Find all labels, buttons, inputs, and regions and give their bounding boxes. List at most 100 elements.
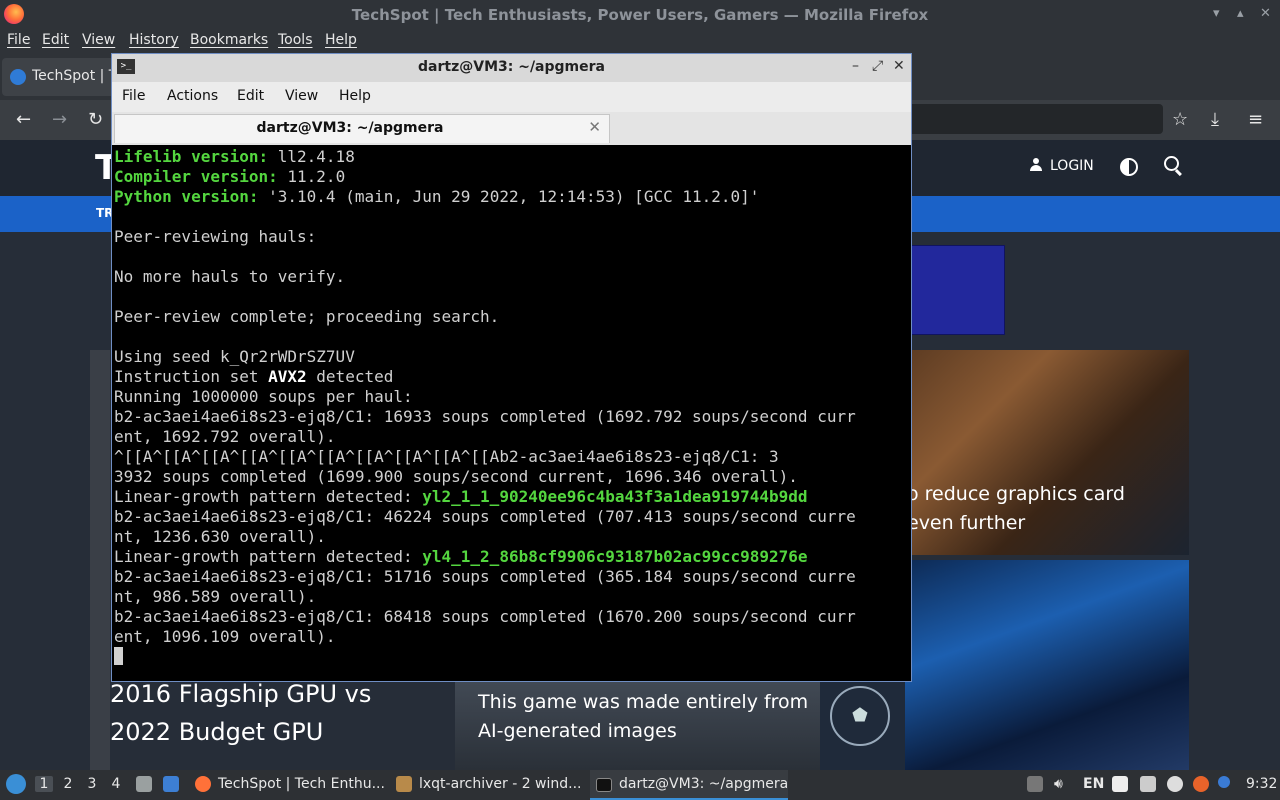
terminal-line: b2-ac3aei4ae6i8s23-ejq8/C1: 16933 soups … (114, 407, 910, 427)
close-icon[interactable]: ✕ (893, 58, 905, 74)
terminal-text: nt, 1236.630 overall). (114, 527, 326, 546)
task-archiver[interactable]: lxqt-archiver - 2 wind... (419, 776, 582, 792)
terminal-line: 3932 soups completed (1699.900 soups/sec… (114, 467, 910, 487)
terminal-line: Linear-growth pattern detected: yl2_1_1_… (114, 487, 910, 507)
login-label: LOGIN (1050, 158, 1094, 174)
article-card-pc[interactable] (905, 560, 1189, 770)
taskbar: 1 2 3 4 TechSpot | Tech Enthu... lxqt-ar… (0, 770, 1280, 800)
workspace-2[interactable]: 2 (59, 776, 77, 792)
app-menu-icon[interactable] (6, 774, 26, 794)
terminal-text: b2-ac3aei4ae6i8s23-ejq8/C1: 46224 soups … (114, 507, 856, 526)
terminal-menu-file[interactable]: File (122, 88, 145, 104)
network-icon[interactable] (1167, 776, 1183, 792)
menu-edit[interactable]: Edit (42, 32, 69, 48)
workspace-1[interactable]: 1 (35, 776, 53, 792)
url-bar[interactable] (905, 104, 1163, 134)
menu-view[interactable]: View (82, 32, 115, 48)
keyboard-layout[interactable]: EN (1083, 776, 1104, 792)
forward-icon[interactable]: → (52, 109, 67, 130)
advert-banner[interactable] (905, 245, 1005, 335)
terminal-text: b2-ac3aei4ae6i8s23-ejq8/C1: 68418 soups … (114, 607, 856, 626)
user-icon (1030, 158, 1042, 172)
volume-icon[interactable]: 🔊︎ (1054, 776, 1063, 792)
clock[interactable]: 9:32 (1246, 776, 1277, 792)
terminal-text: b2-ac3aei4ae6i8s23-ejq8/C1: 16933 soups … (114, 407, 856, 426)
close-icon[interactable]: ✕ (1260, 6, 1271, 21)
display-icon[interactable] (1140, 776, 1156, 792)
tab-techspot[interactable]: TechSpot | T (2, 58, 122, 96)
menu-bookmarks[interactable]: Bookmarks (190, 32, 268, 48)
workspace-4[interactable]: 4 (107, 776, 125, 792)
close-tab-icon[interactable]: ✕ (588, 118, 601, 136)
task-terminal[interactable]: dartz@VM3: ~/apgmera (619, 776, 788, 792)
menu-help[interactable]: Help (325, 32, 357, 48)
reload-icon[interactable]: ↻ (88, 109, 103, 130)
terminal-text: 11.2.0 (277, 167, 346, 186)
search-icon[interactable] (1164, 156, 1179, 171)
update-icon[interactable] (1193, 776, 1209, 792)
terminal-text: AVX2 (268, 367, 307, 386)
terminal-text: nt, 986.589 overall). (114, 587, 317, 606)
article-card-thumb[interactable]: ⬟ (820, 680, 905, 770)
terminal-text: detected (306, 367, 394, 386)
terminal-text: yl4_1_2_86b8cf9906c93187b02ac99cc989276e (422, 547, 808, 566)
article-card-left[interactable] (90, 350, 110, 770)
maximize-icon[interactable]: ⤢ (872, 58, 883, 74)
menu-file[interactable]: File (7, 32, 30, 48)
file-manager-icon[interactable] (136, 776, 152, 792)
terminal-line: Instruction set AVX2 detected (114, 367, 910, 387)
menu-tools[interactable]: Tools (278, 32, 313, 48)
terminal-output[interactable]: Lifelib version: ll2.4.18 Compiler versio… (114, 147, 910, 679)
downloads-icon[interactable]: ⤓ (1211, 109, 1219, 130)
hamburger-menu-icon[interactable]: ≡ (1248, 109, 1263, 130)
show-desktop-icon[interactable] (163, 776, 179, 792)
notes-icon[interactable] (1112, 776, 1128, 792)
terminal-line: b2-ac3aei4ae6i8s23-ejq8/C1: 68418 soups … (114, 607, 910, 627)
terminal-text: Instruction set (114, 367, 269, 386)
terminal-titlebar[interactable]: >_ dartz@VM3: ~/apgmera – ⤢ ✕ (112, 54, 911, 82)
article-card-ai-game[interactable]: This game was made entirely from AI-gene… (455, 680, 820, 770)
terminal-text: Linear-growth pattern detected: (114, 547, 423, 566)
terminal-task-icon (596, 778, 612, 792)
terminal-line: Linear-growth pattern detected: yl4_1_2_… (114, 547, 910, 567)
minimize-icon[interactable]: – (852, 58, 859, 74)
clipboard-icon[interactable] (1027, 776, 1043, 792)
task-firefox[interactable]: TechSpot | Tech Enthu... (218, 776, 385, 792)
terminal-line: Running 1000000 soups per haul: (114, 387, 910, 407)
article-card-gpu[interactable]: o reduce graphics card even further (905, 350, 1189, 555)
badge-icon: ⬟ (830, 686, 890, 746)
workspace-3[interactable]: 3 (83, 776, 101, 792)
terminal-menu-actions[interactable]: Actions (167, 88, 218, 104)
terminal-menu-view[interactable]: View (285, 88, 318, 104)
article-headline[interactable]: This game was made entirely from AI-gene… (478, 688, 808, 746)
terminal-prompt-line[interactable] (114, 647, 910, 667)
terminal-text: ent, 1096.109 overall). (114, 627, 336, 646)
terminal-line: b2-ac3aei4ae6i8s23-ejq8/C1: 51716 soups … (114, 567, 910, 587)
terminal-menubar: File Actions Edit View Help (112, 82, 911, 112)
terminal-menu-help[interactable]: Help (339, 88, 371, 104)
article-headline-gpu-vs[interactable]: 2016 Flagship GPU vs 2022 Budget GPU (110, 675, 371, 751)
terminal-menu-edit[interactable]: Edit (237, 88, 264, 104)
back-icon[interactable]: ← (16, 109, 31, 130)
terminal-text: Lifelib version: (114, 147, 269, 166)
terminal-tabbar: dartz@VM3: ~/apgmera ✕ (112, 112, 911, 145)
terminal-tab[interactable]: dartz@VM3: ~/apgmera ✕ (114, 114, 610, 143)
login-button[interactable]: LOGIN (1030, 158, 1094, 174)
notification-icon[interactable] (1218, 776, 1230, 788)
terminal-text: Peer-review complete; proceeding search. (114, 307, 500, 326)
minimize-icon[interactable]: ▾ (1213, 6, 1220, 21)
terminal-line: ^[[A^[[A^[[A^[[A^[[A^[[A^[[A^[[A^[[A^[[A… (114, 447, 910, 467)
menu-history[interactable]: History (129, 32, 179, 48)
terminal-line: nt, 986.589 overall). (114, 587, 910, 607)
terminal-line: ent, 1096.109 overall). (114, 627, 910, 647)
bookmark-star-icon[interactable]: ☆ (1172, 109, 1188, 130)
contrast-toggle-icon[interactable] (1120, 158, 1138, 176)
archiver-task-icon (396, 776, 412, 792)
article-headline[interactable]: o reduce graphics card even further (907, 480, 1187, 538)
maximize-icon[interactable]: ▴ (1237, 6, 1244, 21)
terminal-line: Peer-review complete; proceeding search. (114, 307, 910, 327)
terminal-line: Lifelib version: ll2.4.18 (114, 147, 910, 167)
terminal-line: Compiler version: 11.2.0 (114, 167, 910, 187)
